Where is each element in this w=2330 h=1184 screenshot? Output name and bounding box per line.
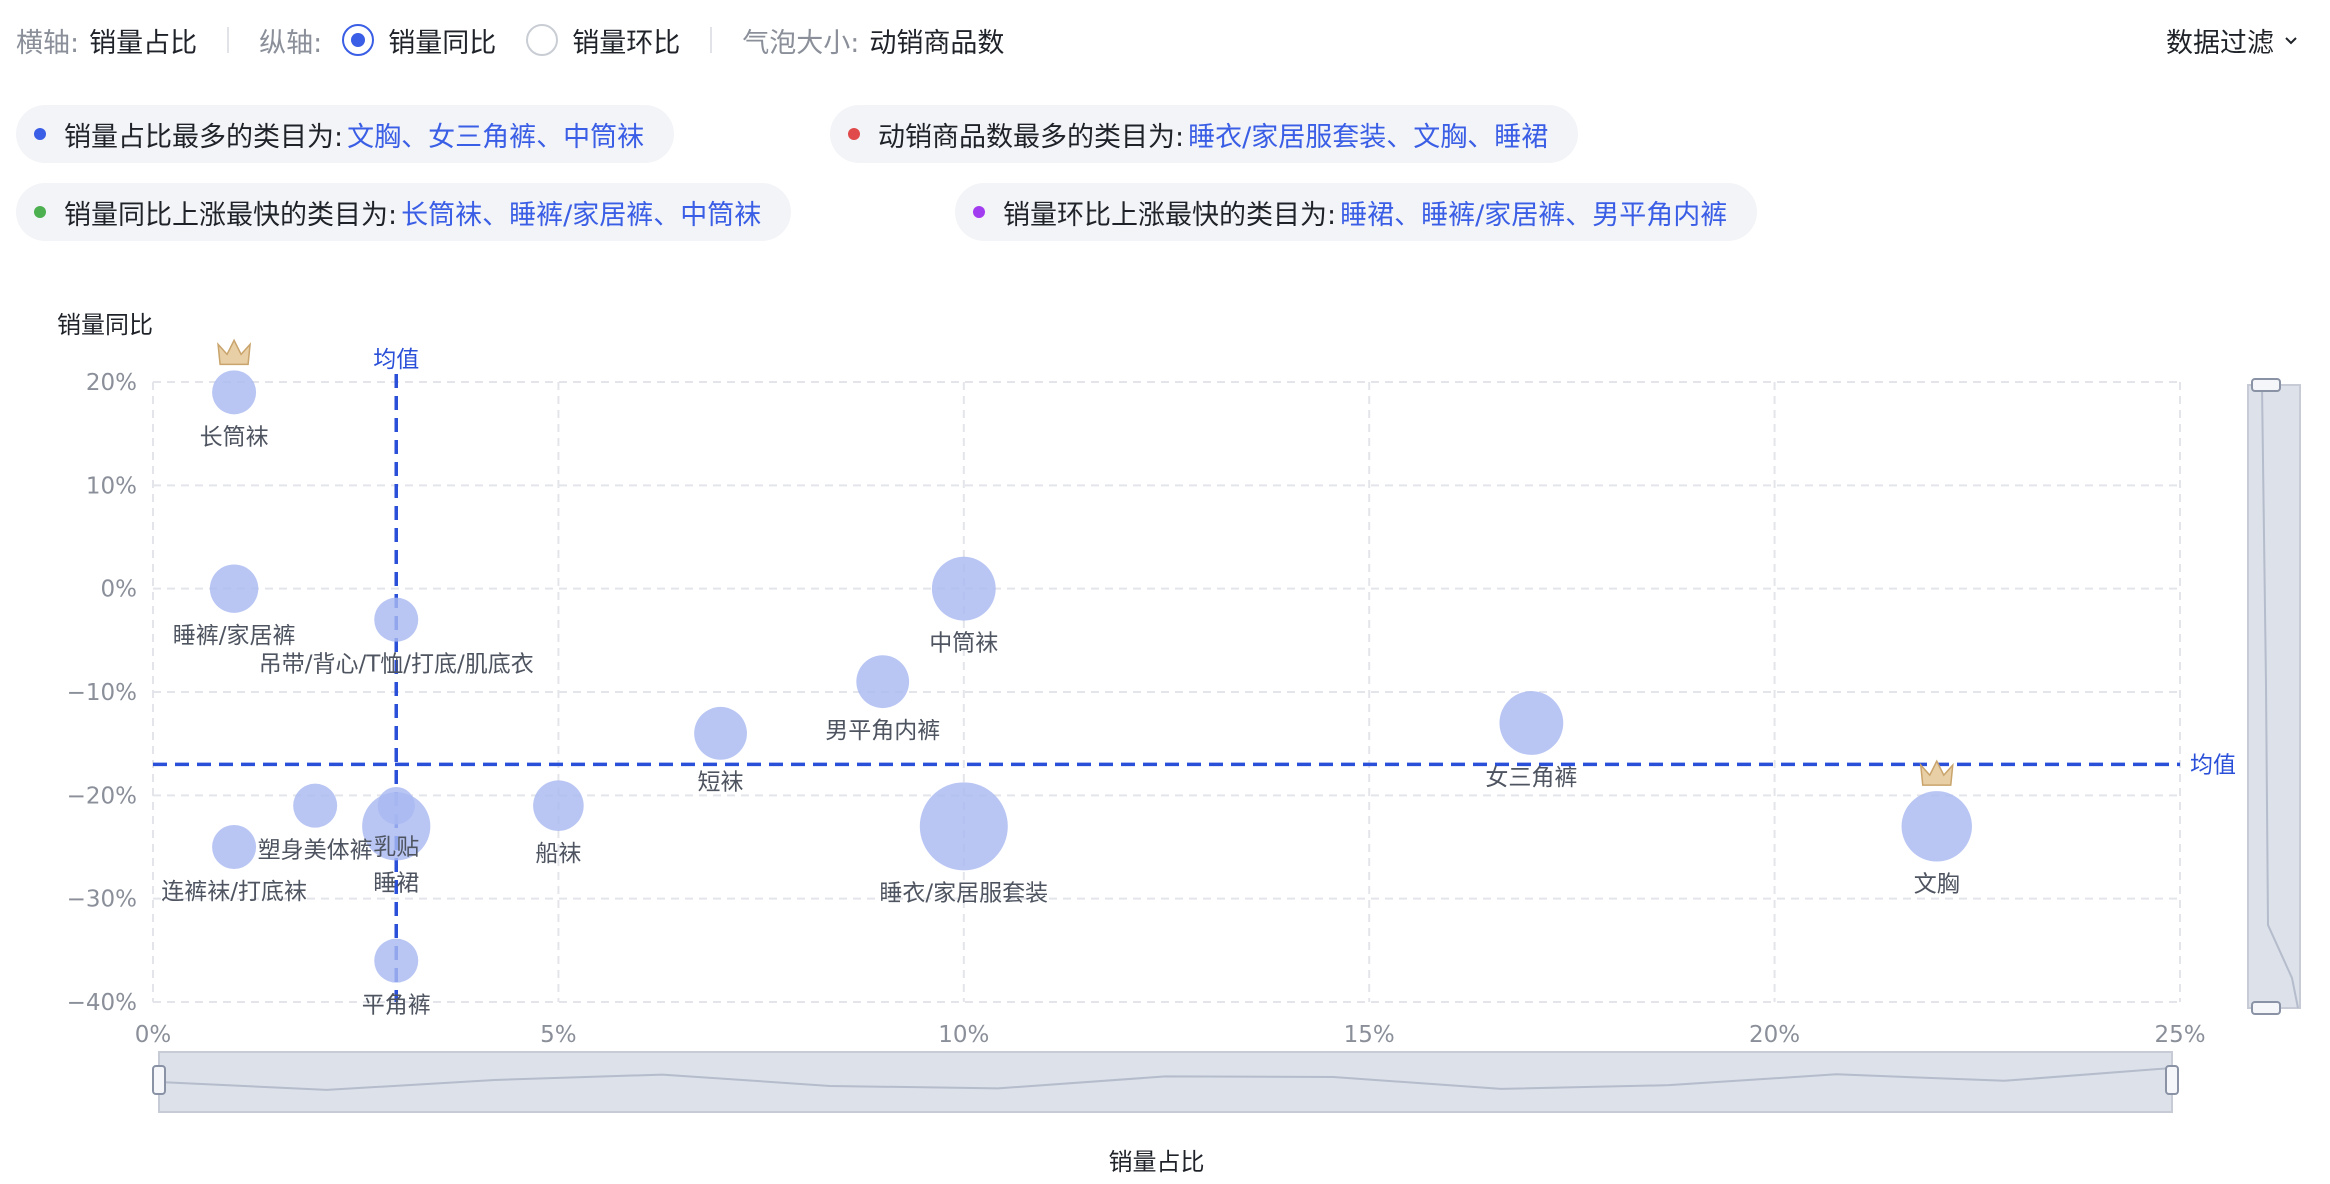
bubble-label: 船袜 xyxy=(535,841,581,867)
crown-shape xyxy=(217,338,252,366)
slider-handle-icon[interactable] xyxy=(2251,1001,2281,1015)
x-tick-label: 5% xyxy=(540,1022,577,1048)
x-tick-label: 25% xyxy=(2154,1022,2205,1048)
bubble-label: 睡裤/家居裤 xyxy=(173,623,296,649)
y-axis-title: 销量同比 xyxy=(57,311,153,339)
y-tick-label: 10% xyxy=(86,473,137,499)
mean-label-vertical: 均值 xyxy=(373,347,419,373)
bubble-point[interactable] xyxy=(209,564,259,613)
x-axis-title: 销量占比 xyxy=(1109,1148,1205,1176)
bubble-point[interactable] xyxy=(212,825,257,869)
bubble-label: 睡衣/家居服套装 xyxy=(879,880,1048,906)
crown-icon xyxy=(217,338,252,366)
slider-handle-icon[interactable] xyxy=(2165,1065,2179,1095)
bubble-point[interactable] xyxy=(856,655,910,709)
y-tick-label: 20% xyxy=(86,370,137,396)
bubble-label: 连裤袜/打底袜 xyxy=(161,879,307,905)
x-tick-label: 0% xyxy=(135,1022,172,1048)
bubble-label: 女三角裤 xyxy=(1485,765,1577,791)
bubble-point[interactable] xyxy=(374,597,419,642)
bubble-point[interactable] xyxy=(1901,791,1972,862)
y-zoom-slider[interactable] xyxy=(2247,384,2301,1009)
y-tick-label: 0% xyxy=(101,577,138,603)
bubble-point[interactable] xyxy=(931,556,996,621)
bubble-label: 文胸 xyxy=(1914,872,1960,898)
bubble-label: 睡裙 xyxy=(373,870,419,896)
x-tick-label: 15% xyxy=(1344,1022,1395,1048)
x-tick-label: 20% xyxy=(1749,1022,1800,1048)
bubble-chart: 0% 5% 10% 15% 20% 25% 20% 10% 0% −10% −20% −30% −40%… xyxy=(57,311,2301,1176)
bubble-point[interactable] xyxy=(212,370,257,415)
bubble-label: 中筒袜 xyxy=(929,631,998,657)
bubble-point[interactable] xyxy=(1499,691,1564,755)
mean-label-horizontal: 均值 xyxy=(2190,752,2236,778)
bubble-point[interactable] xyxy=(374,938,419,983)
x-tick-label: 10% xyxy=(938,1022,989,1048)
y-tick-label: −40% xyxy=(67,990,137,1016)
bubble-label: 男平角内裤 xyxy=(825,718,940,744)
y-tick-label: −20% xyxy=(67,783,137,809)
y-tick-label: −10% xyxy=(67,680,137,706)
bubble-label: 塑身美体裤 xyxy=(258,838,373,864)
y-tick-label: −30% xyxy=(67,887,137,913)
bubble-label: 乳贴 xyxy=(373,834,419,860)
bubble-point[interactable] xyxy=(919,782,1008,871)
bubble-point[interactable] xyxy=(533,780,584,831)
bubble-label: 短袜 xyxy=(698,770,744,796)
bubble-point[interactable] xyxy=(293,783,338,828)
slider-handle-icon[interactable] xyxy=(152,1065,166,1095)
bubble-label: 吊带/背心/T恤/打底/肌底衣 xyxy=(259,652,534,678)
bubble-label: 长筒袜 xyxy=(200,424,269,450)
bubble-label: 平角裤 xyxy=(362,993,431,1019)
bubble-point[interactable] xyxy=(694,706,747,760)
slider-handle-icon[interactable] xyxy=(2251,378,2281,392)
